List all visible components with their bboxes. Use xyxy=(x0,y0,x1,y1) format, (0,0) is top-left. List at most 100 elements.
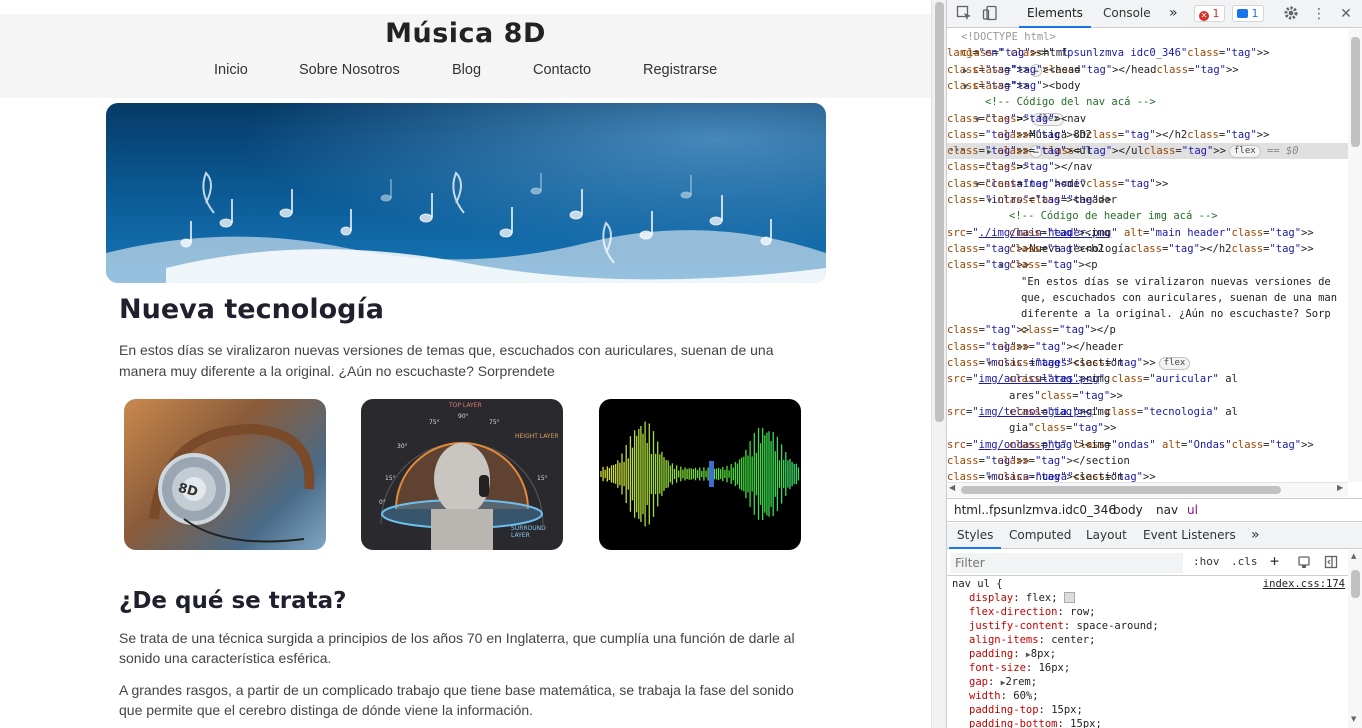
tab-styles[interactable]: Styles xyxy=(949,523,1002,549)
dom-node[interactable]: class="tag"><img src="img/ondas.png" cla… xyxy=(947,437,1348,453)
dom-node-selected[interactable]: ••• ▶ class="tag"><ul class="tag">>… class="… xyxy=(947,143,1348,160)
intro-title: Nueva tecnología xyxy=(119,294,384,325)
nav-link-sobre-nosotros[interactable]: Sobre Nosotros xyxy=(299,62,400,78)
dom-node[interactable]: <!-- Código de header img acá --> xyxy=(947,208,1348,224)
section-paragraph-1: Se trata de una técnica surgida a princi… xyxy=(119,630,795,666)
styles-filter-input[interactable] xyxy=(951,553,1183,573)
css-property-display[interactable]: display: flex; xyxy=(969,591,1075,605)
hover-state-button[interactable]: :hov xyxy=(1193,555,1220,568)
tab-layout[interactable]: Layout xyxy=(1078,523,1135,549)
expand-arrow-icon: ▼ xyxy=(975,179,980,189)
more-tabs-button[interactable]: » xyxy=(1161,0,1186,28)
scroll-up-icon[interactable]: ▲ xyxy=(1351,552,1356,560)
collapse-arrow-icon: ▶ xyxy=(987,147,992,157)
dom-node[interactable]: ares"class="tag">> xyxy=(947,388,1348,404)
dom-node[interactable]: ▼ class="tag"><section class="music-image… xyxy=(947,355,1348,371)
dom-node[interactable]: gia"class="tag">> xyxy=(947,420,1348,436)
dom-node[interactable]: ▼ class="tag"><nav class="tag">> flex xyxy=(947,111,1348,127)
more-subtabs-button[interactable]: » xyxy=(1243,523,1268,549)
site-brand: Música 8D xyxy=(385,18,546,49)
nav-link-inicio[interactable]: Inicio xyxy=(214,62,248,78)
settings-gear-icon[interactable] xyxy=(1282,5,1300,23)
dom-node[interactable]: class="tag"><img src="./img/main-header.… xyxy=(947,225,1348,241)
dom-node[interactable]: class="tag"></section class="tag">> xyxy=(947,453,1348,469)
error-icon: ✕ xyxy=(1199,11,1209,21)
dom-node[interactable]: class="tag"><h2 class="tag">>Nueva tecnol… xyxy=(947,241,1348,257)
inspect-element-icon[interactable] xyxy=(955,5,973,23)
dom-node[interactable]: ▶ class="tag"><head class="tag">>… class="t… xyxy=(947,62,1348,78)
css-property-padding[interactable]: padding: ▶8px; xyxy=(969,647,1056,661)
dom-horizontal-scrollbar[interactable]: ◀ ▶ xyxy=(947,482,1348,497)
nav-link-blog[interactable]: Blog xyxy=(452,62,481,78)
scroll-left-icon[interactable]: ◀ xyxy=(949,483,955,492)
dom-node[interactable]: diferente a la original. ¿Aún no escucha… xyxy=(947,306,1348,322)
devtools-panel: Elements Console » ✕ 1 1 ⋮ ✕ <!DOCTYPE h… xyxy=(946,0,1362,728)
tab-console[interactable]: Console xyxy=(1095,0,1159,28)
dom-node[interactable]: class="tag"><img src="img/tecnologia.png… xyxy=(947,404,1348,420)
expand-arrow-icon: ▼ xyxy=(975,114,980,124)
css-rules-pane[interactable]: nav ul { index.css:174 display: flex; fl… xyxy=(947,577,1348,728)
headphones-image: 8D xyxy=(124,399,326,550)
dom-node[interactable]: ▼ class="tag"><header class="intro"class=… xyxy=(947,192,1348,208)
section-paragraph-2: A grandes rasgos, a partir de un complic… xyxy=(119,682,794,718)
css-property-flex-direction[interactable]: flex-direction: row; xyxy=(969,605,1095,619)
breadcrumb-nav[interactable]: nav xyxy=(1156,503,1178,517)
nav-link-registrarse[interactable]: Registrarse xyxy=(643,62,717,78)
breadcrumb: html..fpsunlzmva.idc0_346 body nav ul xyxy=(947,498,1362,522)
dom-node[interactable]: class="tag"></nav class="tag">> xyxy=(947,159,1348,175)
new-rule-icon[interactable]: + xyxy=(1270,552,1279,570)
error-count-badge[interactable]: ✕ 1 xyxy=(1194,5,1225,22)
dom-node[interactable]: ▼ class="tag"><section class="musica-nuev… xyxy=(947,469,1348,482)
css-property-width[interactable]: width: 60%; xyxy=(969,689,1039,703)
scroll-right-icon[interactable]: ▶ xyxy=(1337,483,1343,492)
css-property-justify-content[interactable]: justify-content: space-around; xyxy=(969,619,1159,633)
device-toolbar-icon[interactable] xyxy=(981,5,999,23)
page-scrollbar-thumb[interactable] xyxy=(935,2,944,422)
dom-node[interactable]: class="tag"><html lang="en" class=" fpsu… xyxy=(947,45,1348,61)
css-property-padding-bottom[interactable]: padding-bottom: 15px; xyxy=(969,717,1102,728)
breadcrumb-html[interactable]: html..fpsunlzmva.idc0_346 xyxy=(954,503,1116,517)
expand-arrow-icon: ▼ xyxy=(987,196,992,205)
element-state-icon[interactable] xyxy=(1297,555,1311,572)
page-scrollbar[interactable] xyxy=(931,0,946,728)
main-header-image xyxy=(106,103,826,283)
elements-dom-tree[interactable]: <!DOCTYPE html> class="tag"><html lang="e… xyxy=(947,29,1348,482)
dom-vertical-scrollbar[interactable] xyxy=(1348,29,1362,482)
tab-event-listeners[interactable]: Event Listeners xyxy=(1135,523,1244,549)
flexbox-editor-icon xyxy=(1063,592,1075,603)
collapse-arrow-icon: ▶ xyxy=(963,65,968,75)
toggle-sidebar-icon[interactable] xyxy=(1324,555,1338,572)
scroll-down-icon[interactable]: ▼ xyxy=(1351,715,1356,723)
dom-node[interactable]: class="tag"><h2 class="tag">>Música 8Dcla… xyxy=(947,127,1348,143)
nav-link-contacto[interactable]: Contacto xyxy=(533,62,591,78)
dom-node[interactable]: class="tag"></p class="tag">> xyxy=(947,322,1348,338)
breadcrumb-body[interactable]: body xyxy=(1113,503,1143,517)
css-property-font-size[interactable]: font-size: 16px; xyxy=(969,661,1070,675)
dom-node[interactable]: <!DOCTYPE html> xyxy=(947,29,1348,45)
css-property-gap[interactable]: gap: ▶2rem; xyxy=(969,675,1037,689)
dom-node[interactable]: ▼ class="tag"><p class="tag">> xyxy=(947,257,1348,273)
expand-arrow-icon: ▼ xyxy=(987,473,992,482)
rule-selector[interactable]: nav ul { xyxy=(952,578,1003,590)
styles-subtabs: Styles Computed Layout Event Listeners » xyxy=(947,523,1362,549)
tab-elements[interactable]: Elements xyxy=(1019,0,1091,28)
dom-node[interactable]: class="tag"><img src="img/auriculares.pn… xyxy=(947,371,1348,387)
css-property-padding-top[interactable]: padding-top: 15px; xyxy=(969,703,1083,717)
styles-scrollbar[interactable]: ▲ ▼ xyxy=(1348,550,1362,728)
message-count-badge[interactable]: 1 xyxy=(1232,5,1264,22)
dom-node[interactable]: ▼ class="tag"><body class="tag">> xyxy=(947,78,1348,94)
class-toggle-button[interactable]: .cls xyxy=(1231,555,1258,568)
dom-node[interactable]: <!-- Código del nav acá --> xyxy=(947,94,1348,110)
dom-node[interactable]: ▼ class="tag"><div class="container home"… xyxy=(947,176,1348,192)
tab-computed[interactable]: Computed xyxy=(1001,523,1079,549)
ondas-image xyxy=(599,399,801,550)
dom-node[interactable]: class="tag"></header class="tag">> xyxy=(947,339,1348,355)
rule-source-link[interactable]: index.css:174 xyxy=(1263,577,1345,591)
css-property-align-items[interactable]: align-items: center; xyxy=(969,633,1095,647)
dom-node[interactable]: "En estos días se viralizaron nuevas ver… xyxy=(947,274,1348,290)
close-devtools-icon[interactable]: ✕ xyxy=(1337,5,1355,23)
more-options-icon[interactable]: ⋮ xyxy=(1310,5,1328,23)
breadcrumb-ul[interactable]: ul xyxy=(1187,503,1198,517)
section-title: ¿De qué se trata? xyxy=(119,588,347,614)
dom-node[interactable]: que, escuchados con auriculares, suenan … xyxy=(947,290,1348,306)
